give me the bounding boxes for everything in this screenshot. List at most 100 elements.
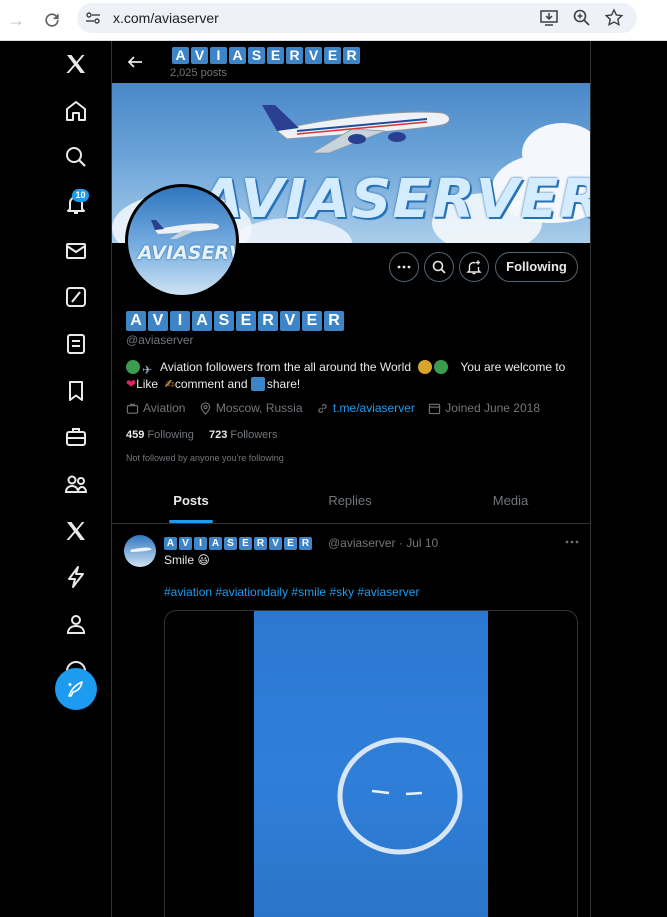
tab-replies[interactable]: Replies — [270, 481, 430, 524]
profile-column: AVIASERVER 2,025 posts AVIASERVER AVIASE… — [111, 41, 591, 917]
more-horizontal-icon[interactable] — [564, 534, 580, 550]
bio: ✈ Aviation followers from the all around … — [126, 359, 582, 393]
briefcase-icon[interactable] — [64, 425, 88, 449]
briefcase-icon — [126, 403, 139, 414]
category-item: Aviation — [126, 401, 185, 415]
search-icon — [432, 260, 446, 274]
list-icon[interactable] — [64, 332, 88, 356]
smiley-contrail-illustration — [337, 737, 463, 855]
profile-name-letter-tile: S — [214, 311, 234, 331]
profile-name-letter-tile: V — [280, 311, 300, 331]
profile-name-letter-tile: V — [148, 311, 168, 331]
writing-hand-emoji-icon: ✍ — [164, 377, 175, 391]
follow-counts: 459 Following 723 Followers — [126, 429, 277, 441]
post-author-letter-tile: I — [194, 537, 207, 550]
bio-text-2: You are welcome to — [460, 360, 566, 374]
header-name-letter-tile: V — [305, 47, 322, 64]
followed-by-note: Not followed by anyone you're following — [126, 453, 284, 463]
search-icon[interactable] — [64, 145, 88, 169]
tab-posts[interactable]: Posts — [112, 481, 270, 524]
repeat-emoji-icon — [250, 377, 265, 391]
location-item: Moscow, Russia — [199, 401, 303, 415]
avatar-text: AVIASERVER — [138, 242, 236, 264]
post-author-letter-tile: A — [209, 537, 222, 550]
profile-meta: Aviation Moscow, Russia t.me/aviaserver … — [126, 401, 550, 418]
post-author-letter-tile: E — [284, 537, 297, 550]
arrow-left-icon[interactable] — [126, 53, 144, 71]
bookmark-icon[interactable] — [64, 379, 88, 403]
header-name-letter-tile: R — [343, 47, 360, 64]
post-avatar[interactable] — [124, 535, 156, 567]
post-author-letter-tile: V — [179, 537, 192, 550]
x-logo-icon[interactable] — [64, 52, 88, 76]
install-app-icon[interactable] — [539, 8, 559, 28]
bio-comment: comment and — [174, 377, 248, 391]
header-display-name: AVIASERVER — [172, 47, 360, 64]
joined-item: Joined June 2018 — [428, 401, 540, 415]
post-item[interactable]: AVIASERVER @aviaserver · Jul 10 Smile 😃 … — [112, 525, 590, 917]
site-settings-icon[interactable] — [85, 10, 101, 26]
bio-like: Like — [136, 377, 159, 391]
website-link[interactable]: t.me/aviaserver — [333, 401, 415, 415]
bell-plus-icon — [466, 260, 482, 275]
mail-icon[interactable] — [64, 239, 88, 263]
person-icon[interactable] — [64, 612, 88, 636]
browser-back-icon[interactable]: → — [4, 8, 28, 32]
reload-icon[interactable] — [40, 8, 64, 32]
globe-emoji-icon — [434, 360, 449, 374]
post-hashtags[interactable]: #aviation #aviationdaily #smile #sky #av… — [164, 585, 419, 599]
more-options-button[interactable] — [389, 252, 419, 282]
header-name-letter-tile: R — [286, 47, 303, 64]
post-author-letter-tile: E — [239, 537, 252, 550]
airplane-illustration — [262, 105, 450, 154]
post-text: Smile 😃 — [164, 553, 210, 567]
search-profile-button[interactable] — [424, 252, 454, 282]
followers-link[interactable]: 723 Followers — [209, 429, 278, 441]
avatar[interactable]: AVIASERVER — [125, 184, 239, 298]
heart-emoji-icon: ❤ — [126, 377, 137, 391]
x-logo-icon[interactable] — [64, 519, 88, 543]
helicopter-emoji-icon — [418, 360, 433, 374]
notify-button[interactable] — [459, 252, 489, 282]
header-name-letter-tile: A — [229, 47, 246, 64]
profile-name-letter-tile: A — [192, 311, 212, 331]
zoom-icon[interactable] — [572, 8, 592, 28]
post-author-name[interactable]: AVIASERVER — [164, 537, 312, 550]
website-item[interactable]: t.me/aviaserver — [316, 401, 415, 415]
browser-toolbar: → x.com/aviaserver — [0, 0, 667, 41]
location-pin-icon — [200, 401, 211, 415]
bio-share: share! — [266, 377, 301, 391]
post-button[interactable] — [55, 668, 97, 710]
avatar-airplane — [130, 547, 152, 552]
grok-icon[interactable] — [64, 285, 88, 309]
sky-video-frame — [254, 611, 488, 917]
following-button[interactable]: Following — [495, 252, 578, 282]
banner-title: AVIASERVER — [200, 168, 591, 231]
people-icon[interactable] — [64, 472, 88, 496]
profile-name-letter-tile: I — [170, 311, 190, 331]
tab-media[interactable]: Media — [430, 481, 590, 524]
address-bar[interactable]: x.com/aviaserver — [77, 3, 637, 33]
post-author-letter-tile: R — [299, 537, 312, 550]
post-media[interactable] — [164, 610, 578, 917]
header-name-letter-tile: E — [324, 47, 341, 64]
url-text[interactable]: x.com/aviaserver — [113, 10, 219, 26]
bio-text-1: Aviation followers from the all around t… — [160, 360, 412, 374]
header-name-letter-tile: V — [191, 47, 208, 64]
profile-name-letter-tile: A — [126, 311, 146, 331]
notifications-badge: 10 — [72, 189, 89, 202]
bookmark-star-icon[interactable] — [604, 8, 624, 28]
display-name: AVIASERVER — [126, 311, 344, 331]
left-navigation: 10 — [0, 41, 112, 917]
link-icon — [318, 403, 327, 413]
posts-count: 2,025 posts — [170, 67, 227, 79]
avatar-airplane — [151, 220, 219, 239]
home-icon[interactable] — [64, 99, 88, 123]
profile-name-letter-tile: R — [324, 311, 344, 331]
profile-tabs: Posts Replies Media — [112, 481, 590, 524]
header-name-letter-tile: A — [172, 47, 189, 64]
following-link[interactable]: 459 Following — [126, 429, 194, 441]
more-horizontal-icon — [397, 265, 411, 269]
post-handle-time[interactable]: @aviaserver · Jul 10 — [328, 536, 438, 550]
lightning-icon[interactable] — [64, 565, 88, 589]
